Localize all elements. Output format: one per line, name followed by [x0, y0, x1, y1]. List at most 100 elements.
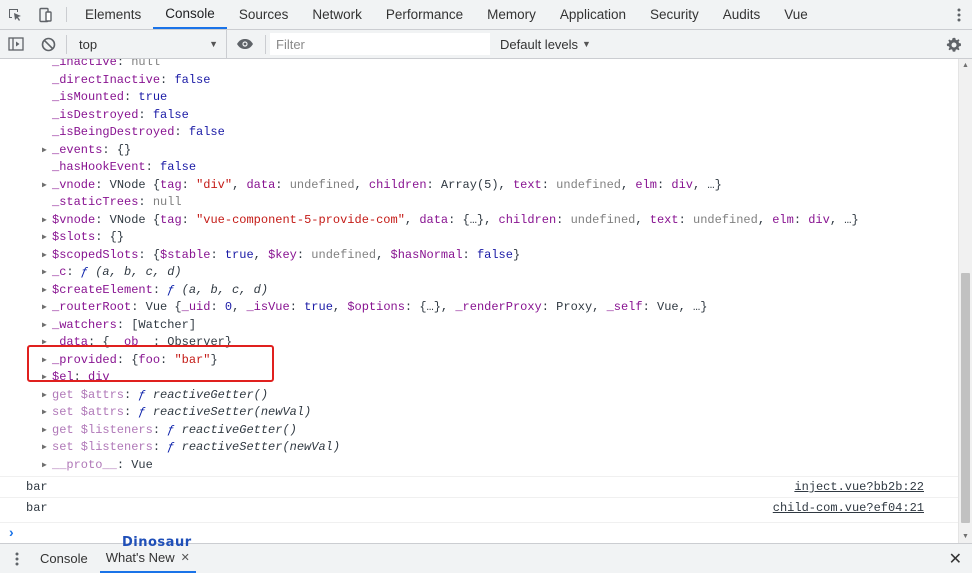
log-source-link[interactable]: inject.vue?bb2b:22 [794, 477, 924, 497]
tab-application[interactable]: Application [548, 0, 638, 29]
object-property-row[interactable]: ▶ $el: div [0, 369, 958, 387]
object-property-row[interactable]: ▶ __proto__: Vue [0, 457, 958, 475]
property-key: get $attrs [52, 387, 125, 402]
console-scrollbar[interactable]: ▲ ▼ [958, 59, 972, 543]
close-drawer-icon[interactable]: ✕ [949, 544, 962, 573]
expand-triangle-icon[interactable]: ▶ [42, 317, 47, 335]
tab-audits[interactable]: Audits [711, 0, 773, 29]
filter-input[interactable] [270, 33, 490, 55]
property-value-token: ƒ [80, 265, 89, 279]
log-levels-label: Default levels [500, 36, 579, 52]
object-property-row[interactable]: ▶ $scopedSlots: {$stable: true, $key: und… [0, 247, 958, 265]
close-tab-icon[interactable]: ✕ [181, 551, 190, 564]
object-property-row[interactable]: ▶ _vnode: VNode {tag: "div", data: undefi… [0, 177, 958, 195]
scroll-down-arrow-icon[interactable]: ▼ [962, 533, 969, 540]
drawer-tab-console[interactable]: Console [34, 544, 100, 573]
property-value-token: : [289, 300, 305, 314]
panel-tabs: Elements Console Sources Network Performance… [73, 0, 820, 29]
expand-triangle-icon[interactable]: ▶ [42, 142, 47, 160]
property-value-token: true [304, 300, 333, 314]
expand-triangle-icon[interactable]: ▶ [42, 439, 47, 457]
property-key: _isMounted [52, 90, 125, 104]
object-property-row[interactable]: ▶ _watchers: [Watcher] [0, 317, 958, 335]
caret-down-icon: ▼ [582, 39, 591, 49]
property-value-token: reactiveSetter(newVal) [174, 440, 341, 454]
object-property-row[interactable]: ▶ _provided: {foo: "bar"} [0, 352, 958, 370]
expand-triangle-icon[interactable]: ▶ [42, 282, 47, 300]
expand-triangle-icon[interactable]: ▶ [42, 247, 47, 265]
property-value-token: : [296, 247, 312, 262]
settings-gear-icon[interactable] [942, 30, 966, 59]
object-property-row[interactable]: ▶ set $attrs: ƒ reactiveSetter(newVal) [0, 404, 958, 422]
expand-triangle-icon[interactable]: ▶ [42, 334, 47, 352]
expand-triangle-icon[interactable]: ▶ [42, 422, 47, 440]
show-sidebar-icon[interactable] [0, 30, 32, 59]
property-value-token: {} [116, 142, 132, 157]
object-property-row[interactable]: ▶ get $attrs: ƒ reactiveGetter() [0, 387, 958, 405]
object-property-row[interactable]: ▶ _routerRoot: Vue {_uid: 0, _isVue: true… [0, 299, 958, 317]
expand-triangle-icon[interactable]: ▶ [42, 404, 47, 422]
expand-triangle-icon[interactable]: ▶ [42, 264, 47, 282]
property-value-token: "div" [196, 177, 233, 192]
expand-triangle-icon[interactable]: ▶ [42, 352, 47, 370]
context-selector[interactable]: top ▼ [69, 29, 227, 59]
prompt-chevron-icon: › [9, 524, 14, 540]
expand-triangle-icon[interactable]: ▶ [42, 177, 47, 195]
property-value-token: _uid [181, 300, 211, 314]
log-levels-dropdown[interactable]: Default levels ▼ [500, 37, 591, 52]
property-colon: : [73, 370, 89, 384]
property-value-token: undefined [693, 212, 758, 227]
property-value-token: : [556, 212, 571, 227]
tab-memory[interactable]: Memory [475, 0, 548, 29]
property-key: set $attrs [52, 405, 125, 419]
object-property-row[interactable]: ▶ $vnode: VNode {tag: "vue-component-5-pr… [0, 212, 958, 230]
property-value-token: , [376, 247, 391, 262]
object-property-row: _hasHookEvent: false [0, 159, 958, 177]
property-value-token: : [210, 300, 225, 314]
expand-triangle-icon[interactable]: ▶ [42, 387, 47, 405]
property-value-token: Vue [131, 457, 153, 472]
log-source-link[interactable]: child-com.vue?ef04:21 [773, 498, 924, 518]
tab-vue[interactable]: Vue [772, 0, 820, 29]
drawer-menu-icon[interactable] [0, 544, 34, 573]
tab-security[interactable]: Security [638, 0, 711, 29]
property-value-token: undefined [311, 247, 377, 262]
property-value-token: _isVue [246, 300, 290, 314]
more-menu-icon[interactable] [946, 0, 972, 30]
tab-network[interactable]: Network [300, 0, 374, 29]
object-property-row[interactable]: ▶ get $listeners: ƒ reactiveGetter() [0, 422, 958, 440]
object-property-row[interactable]: ▶ set $listeners: ƒ reactiveSetter(newVal… [0, 439, 958, 457]
object-property-row: _inactive: null [0, 59, 958, 72]
scrollbar-thumb[interactable] [961, 273, 970, 523]
console-output[interactable]: _inactive: null _directInactive: false _is… [0, 59, 958, 543]
property-value-token: [Watcher] [131, 317, 197, 332]
property-value-token: undefined [570, 212, 636, 227]
live-expression-icon[interactable] [227, 30, 263, 59]
object-property-row[interactable]: ▶ _c: ƒ (a, b, c, d) [0, 264, 958, 282]
property-key: $el [52, 370, 74, 384]
tab-console[interactable]: Console [153, 0, 227, 29]
object-property-row[interactable]: ▶ _events: {} [0, 142, 958, 160]
expand-triangle-icon[interactable]: ▶ [42, 212, 47, 230]
clear-console-icon[interactable] [32, 30, 64, 59]
property-colon: : [116, 59, 132, 69]
property-colon: : [152, 422, 168, 437]
property-value-token: text [649, 212, 679, 227]
object-property-row[interactable]: ▶ _data: {__ob__: Observer} [0, 334, 958, 352]
object-property-row[interactable]: ▶ $createElement: ƒ (a, b, c, d) [0, 282, 958, 300]
object-property-row[interactable]: ▶ $slots: {} [0, 229, 958, 247]
expand-triangle-icon[interactable]: ▶ [42, 457, 47, 475]
tab-sources[interactable]: Sources [227, 0, 301, 29]
expand-triangle-icon[interactable]: ▶ [42, 229, 47, 247]
inspect-element-icon[interactable] [0, 0, 30, 29]
scroll-up-arrow-icon[interactable]: ▲ [962, 62, 969, 69]
tab-elements[interactable]: Elements [73, 0, 153, 29]
property-value-token: $options [347, 300, 405, 314]
property-value-token: : [678, 212, 693, 227]
property-value-token: : [657, 177, 672, 192]
tab-performance[interactable]: Performance [374, 0, 475, 29]
expand-triangle-icon[interactable]: ▶ [42, 369, 47, 387]
device-toolbar-icon[interactable] [30, 0, 60, 29]
property-value-token: { [102, 335, 110, 349]
expand-triangle-icon[interactable]: ▶ [42, 299, 47, 317]
